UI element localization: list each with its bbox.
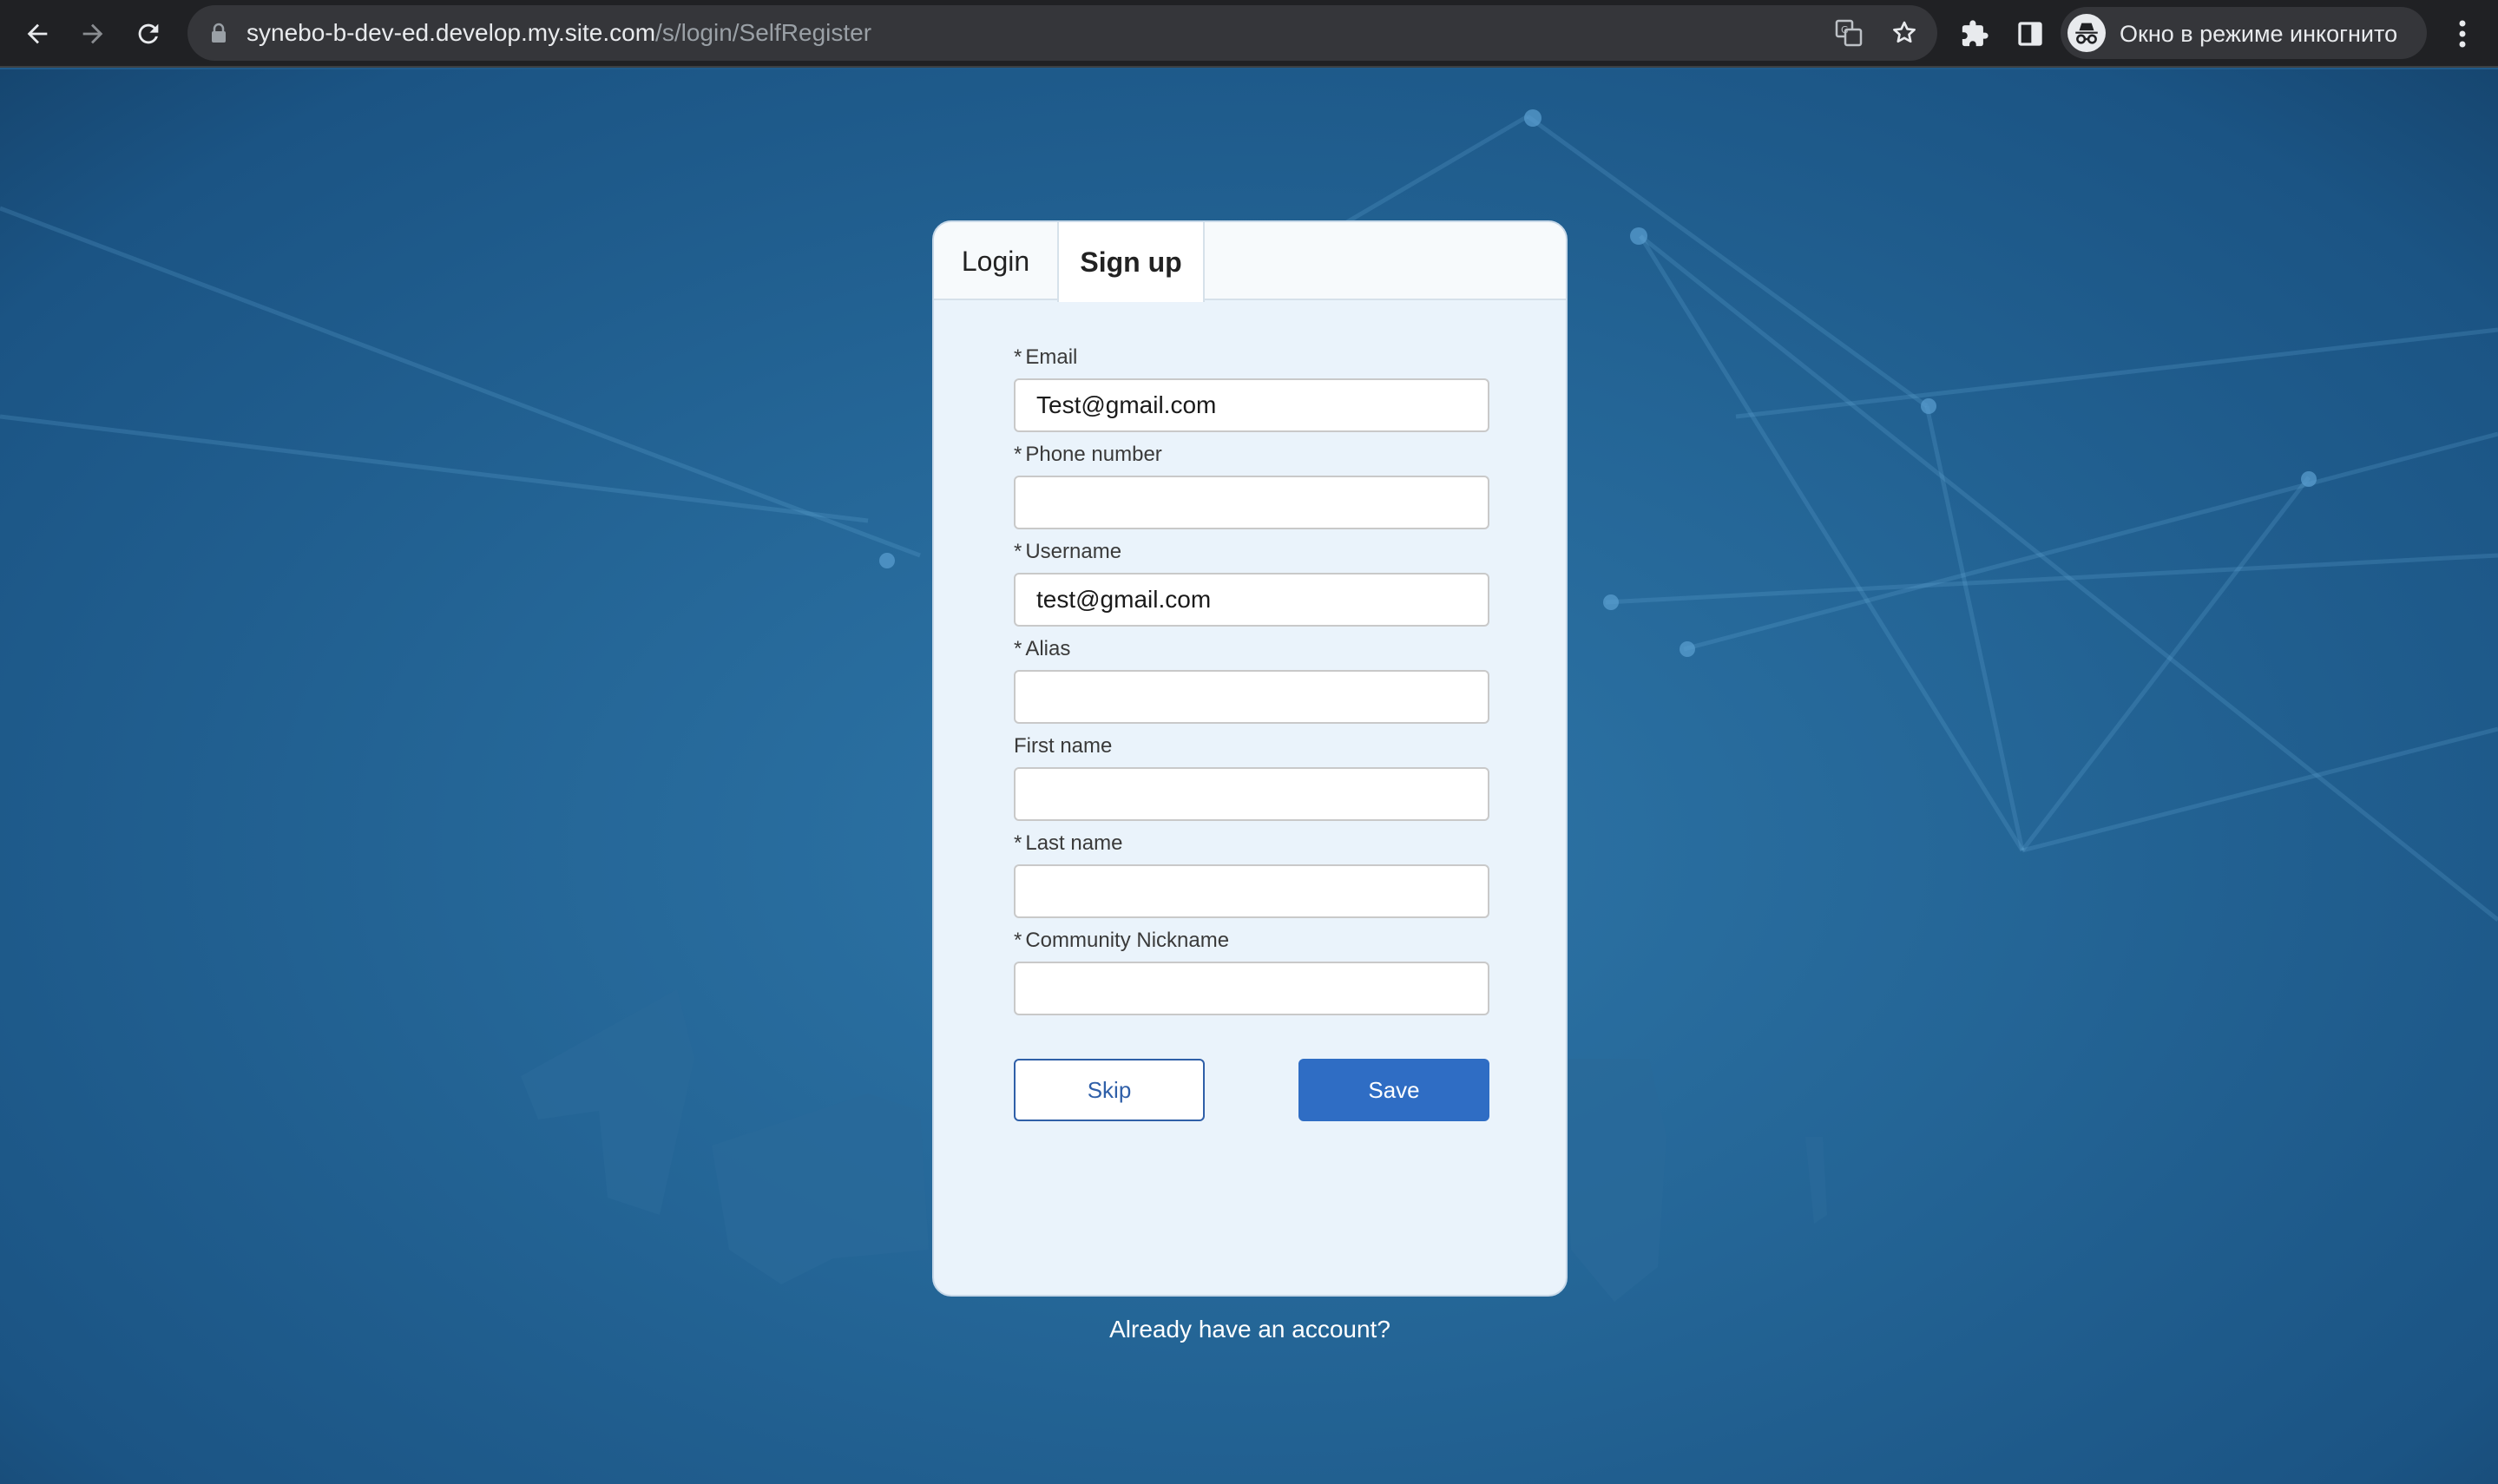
forward-button[interactable] xyxy=(71,12,115,56)
side-panel-button[interactable] xyxy=(2012,16,2048,52)
username-label-text: Username xyxy=(1025,540,1122,563)
skip-button[interactable]: Skip xyxy=(1014,1059,1205,1121)
last-name-field[interactable] xyxy=(1014,864,1489,918)
url-path: /s/login/SelfRegister xyxy=(655,19,872,46)
save-button[interactable]: Save xyxy=(1298,1059,1489,1121)
community-nickname-field[interactable] xyxy=(1014,962,1489,1015)
first-name-field[interactable] xyxy=(1014,767,1489,821)
more-menu-button[interactable] xyxy=(2448,16,2477,52)
forward-icon xyxy=(82,23,103,44)
required-marker: * xyxy=(1014,929,1022,952)
auth-tabs: Login Sign up xyxy=(934,222,1566,302)
side-panel-icon xyxy=(2018,22,2042,46)
extensions-icon xyxy=(1962,20,1989,47)
required-marker: * xyxy=(1014,831,1022,855)
email-label-text: Email xyxy=(1025,345,1078,369)
required-marker: * xyxy=(1014,443,1022,466)
url-text: synebo-b-dev-ed.develop.my.site.com/s/lo… xyxy=(247,18,871,48)
back-icon xyxy=(27,23,48,44)
translate-button[interactable]: G xyxy=(1833,17,1864,49)
tab-login[interactable]: Login xyxy=(934,222,1057,300)
tab-signup[interactable]: Sign up xyxy=(1057,222,1205,302)
last-name-label: * Last name xyxy=(1014,831,1122,856)
first-name-label-text: First name xyxy=(1014,734,1113,758)
nickname-label-text: Community Nickname xyxy=(1025,929,1230,952)
phone-label: * Phone number xyxy=(1014,443,1162,467)
address-bar[interactable]: synebo-b-dev-ed.develop.my.site.com/s/lo… xyxy=(187,5,1937,61)
phone-field[interactable] xyxy=(1014,476,1489,529)
required-marker: * xyxy=(1014,540,1022,563)
last-name-label-text: Last name xyxy=(1025,831,1123,855)
incognito-avatar xyxy=(2067,14,2106,52)
bookmark-star-button[interactable] xyxy=(1889,17,1920,49)
extensions-button[interactable] xyxy=(1956,16,1993,52)
incognito-label: Окно в режиме инкогнито xyxy=(2120,21,2398,47)
username-label: * Username xyxy=(1014,540,1121,564)
nickname-label: * Community Nickname xyxy=(1014,929,1229,953)
required-marker: * xyxy=(1014,637,1022,660)
more-menu-icon xyxy=(2459,20,2466,48)
reload-button[interactable] xyxy=(127,12,170,56)
url-host: synebo-b-dev-ed.develop.my.site.com xyxy=(247,19,656,46)
translate-icon: G xyxy=(1835,19,1863,47)
alias-label: * Alias xyxy=(1014,637,1070,661)
star-icon xyxy=(1893,21,1916,43)
signup-card: Login Sign up *Email *Phone number *User… xyxy=(932,220,1568,1297)
alias-field[interactable] xyxy=(1014,670,1489,724)
lock-icon xyxy=(212,23,226,43)
already-have-account-link[interactable]: Already have an account? xyxy=(932,1316,1568,1343)
first-name-label: First name xyxy=(1014,734,1112,758)
phone-label-text: Phone number xyxy=(1025,443,1162,466)
email-field[interactable] xyxy=(1014,378,1489,432)
email-label: * Email xyxy=(1014,345,1077,370)
alias-label-text: Alias xyxy=(1025,637,1071,660)
browser-toolbar: synebo-b-dev-ed.develop.my.site.com/s/lo… xyxy=(0,0,2498,68)
incognito-icon xyxy=(2075,23,2098,44)
required-marker: * xyxy=(1014,345,1022,369)
incognito-indicator[interactable]: Окно в режиме инкогнито xyxy=(2061,7,2427,59)
reload-icon xyxy=(138,23,159,44)
username-field[interactable] xyxy=(1014,573,1489,627)
svg-text:G: G xyxy=(1841,24,1849,36)
back-button[interactable] xyxy=(16,12,59,56)
